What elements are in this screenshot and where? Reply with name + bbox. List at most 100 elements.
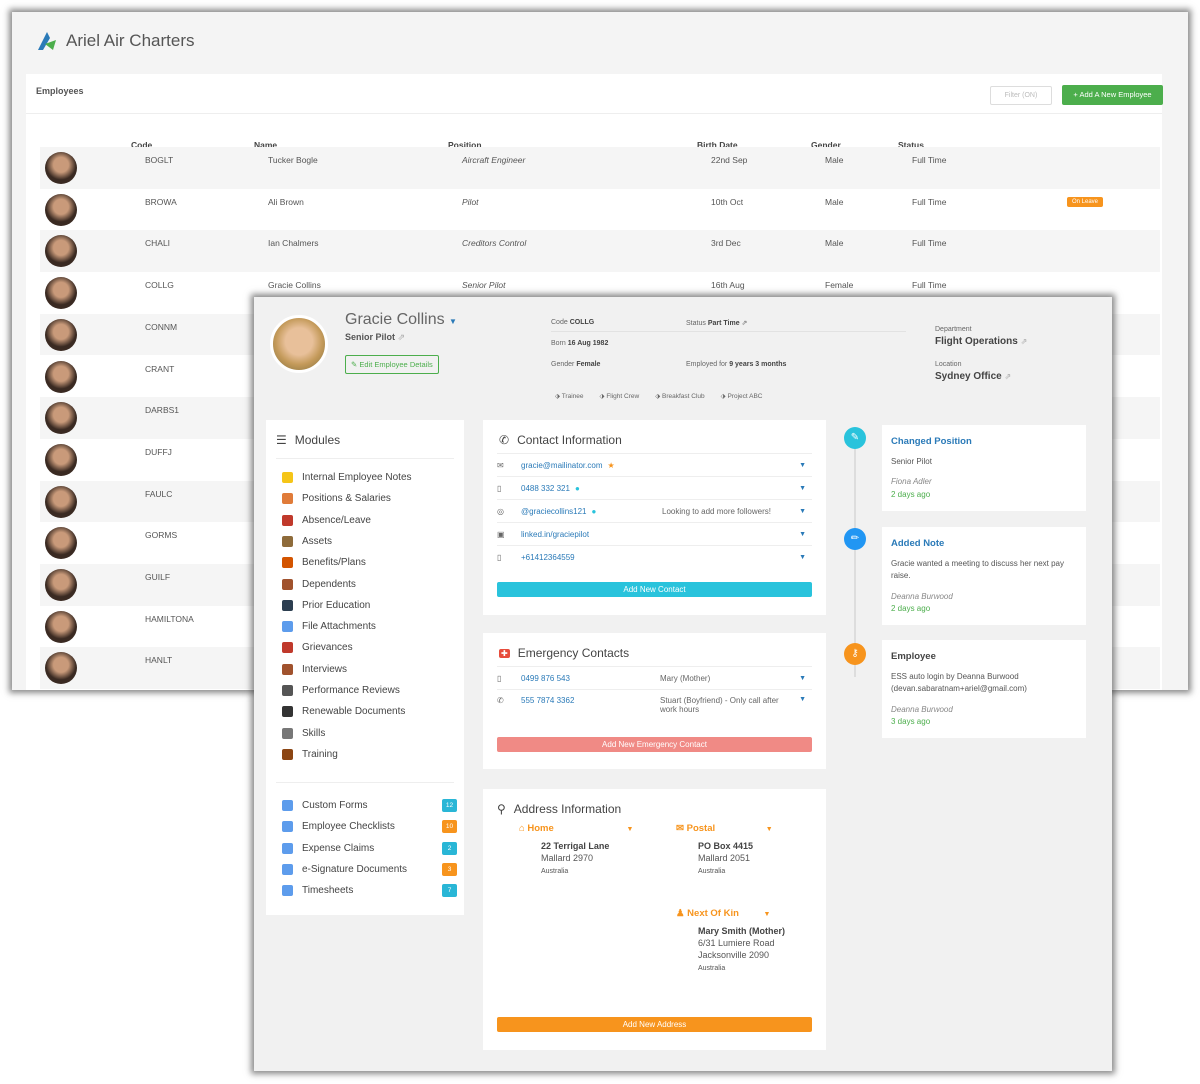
timeline-title[interactable]: Changed Position bbox=[891, 435, 1077, 450]
external-link-icon[interactable]: ⇗ bbox=[742, 320, 748, 327]
employee-code: HANLT bbox=[145, 655, 173, 666]
home-address: ⌂ Home ▼ 22 Terrigal Lane Mallard 2970 Aus… bbox=[519, 823, 634, 876]
globe-icon: ● bbox=[591, 506, 597, 516]
avatar bbox=[45, 402, 77, 435]
add-contact-button[interactable]: Add New Contact bbox=[497, 582, 812, 597]
module-item[interactable]: Benefits/Plans bbox=[282, 557, 366, 569]
module-icon bbox=[282, 885, 293, 897]
module-label: Benefits/Plans bbox=[302, 557, 366, 569]
module-item[interactable]: Assets bbox=[282, 535, 332, 547]
tag[interactable]: ⬗ Project ABC bbox=[721, 393, 763, 400]
module-item[interactable]: Skills bbox=[282, 727, 325, 739]
module-item[interactable]: Absence/Leave bbox=[282, 514, 371, 526]
chevron-down-icon[interactable]: ▼ bbox=[799, 508, 806, 515]
chevron-down-icon[interactable]: ▼ bbox=[766, 826, 773, 833]
module-icon bbox=[282, 842, 293, 854]
star-icon[interactable]: ★ bbox=[607, 461, 614, 470]
module-label: Grievances bbox=[302, 642, 353, 654]
emergency-value[interactable]: 555 7874 3362 bbox=[521, 696, 574, 705]
phone-icon: ✆ bbox=[499, 433, 510, 447]
tag[interactable]: ⬗ Trainee bbox=[555, 393, 584, 400]
module-item[interactable]: Training bbox=[282, 748, 338, 760]
add-employee-button[interactable]: + Add A New Employee bbox=[1062, 85, 1163, 105]
module-label: Custom Forms bbox=[302, 800, 368, 811]
tag[interactable]: ⬗ Flight Crew bbox=[600, 393, 640, 400]
avatar bbox=[45, 152, 77, 184]
module-item[interactable]: Grievances bbox=[282, 642, 353, 654]
module-icon bbox=[282, 748, 293, 760]
external-link-icon[interactable]: ⇗ bbox=[398, 332, 406, 342]
location-label: Location bbox=[935, 361, 962, 368]
module-extra-item[interactable]: Employee Checklists 10 bbox=[282, 820, 462, 834]
home-icon: ⌂ bbox=[519, 823, 525, 834]
table-row[interactable]: CHALI Ian Chalmers Creditors Control 3rd De… bbox=[40, 230, 1160, 273]
module-extra-item[interactable]: Expense Claims 2 bbox=[282, 841, 462, 855]
external-link-icon[interactable]: ⇗ bbox=[1004, 372, 1011, 381]
count-badge: 10 bbox=[442, 820, 457, 834]
timeline-title[interactable]: Added Note bbox=[891, 537, 1077, 552]
employee-code: GORMS bbox=[145, 530, 178, 541]
emergency-value[interactable]: 0499 876 543 bbox=[521, 674, 570, 683]
emergency-row[interactable]: ▯ 0499 876 543 Mary (Mother) ▼ bbox=[497, 666, 812, 689]
module-item[interactable]: Prior Education bbox=[282, 599, 370, 611]
table-row[interactable]: BROWA Ali Brown Pilot 10th Oct Male Full Time… bbox=[40, 189, 1160, 231]
module-item[interactable]: Positions & Salaries bbox=[282, 493, 391, 505]
location-value[interactable]: Sydney Office bbox=[935, 371, 1002, 382]
divider bbox=[551, 331, 906, 332]
module-label: Interviews bbox=[302, 663, 348, 675]
contact-value[interactable]: gracie@mailinator.com bbox=[521, 461, 602, 470]
profile-name[interactable]: Gracie Collins ▼ bbox=[345, 311, 457, 329]
module-extra-item[interactable]: Custom Forms 12 bbox=[282, 799, 462, 812]
chevron-down-icon[interactable]: ▼ bbox=[449, 317, 457, 326]
module-extra-item[interactable]: e-Signature Documents 3 bbox=[282, 862, 462, 876]
module-label: e-Signature Documents bbox=[302, 863, 408, 875]
module-item[interactable]: File Attachments bbox=[282, 621, 376, 633]
contact-value[interactable]: +61412364559 bbox=[521, 553, 575, 562]
module-extra-item[interactable]: Timesheets 7 bbox=[282, 884, 462, 898]
on-leave-badge: On Leave bbox=[1067, 196, 1104, 207]
module-item[interactable]: Performance Reviews bbox=[282, 685, 400, 696]
department-value[interactable]: Flight Operations bbox=[935, 336, 1018, 347]
chevron-down-icon[interactable]: ▼ bbox=[764, 911, 771, 918]
avatar bbox=[45, 443, 77, 476]
module-icon bbox=[282, 578, 293, 590]
timeline-title[interactable]: Employee bbox=[891, 650, 1077, 665]
chevron-down-icon[interactable]: ▼ bbox=[626, 826, 633, 833]
contact-value[interactable]: 0488 332 321 bbox=[521, 484, 570, 493]
module-item[interactable]: Internal Employee Notes bbox=[282, 472, 412, 483]
edit-label: Edit Employee Details bbox=[359, 360, 433, 369]
contact-row[interactable]: ▣ linked.in/graciepilot ▼ bbox=[497, 522, 812, 545]
emergency-row[interactable]: ✆ 555 7874 3362 Stuart (Boyfriend) - Only … bbox=[497, 689, 812, 719]
chevron-down-icon[interactable]: ▼ bbox=[799, 485, 806, 492]
address-title: Address Information bbox=[513, 802, 622, 816]
edit-employee-button[interactable]: ✎ Edit Employee Details bbox=[345, 355, 439, 374]
chevron-down-icon[interactable]: ▼ bbox=[799, 696, 806, 703]
external-link-icon[interactable]: ⇗ bbox=[1021, 337, 1028, 346]
contact-title: Contact Information bbox=[517, 433, 622, 447]
table-row[interactable]: BOGLT Tucker Bogle Aircraft Engineer 22nd S… bbox=[40, 147, 1160, 189]
chevron-down-icon[interactable]: ▼ bbox=[799, 554, 806, 561]
contact-row[interactable]: ▯ +61412364559 ▼ bbox=[497, 545, 812, 568]
chevron-down-icon[interactable]: ▼ bbox=[799, 675, 806, 682]
emergency-note: Mary (Mother) bbox=[660, 673, 711, 683]
module-item[interactable]: Interviews bbox=[282, 663, 348, 675]
contact-row[interactable]: ◎ @graciecollins121 ● Looking to add more f… bbox=[497, 499, 812, 522]
add-emergency-contact-button[interactable]: Add New Emergency Contact bbox=[497, 737, 812, 752]
contact-row[interactable]: ▯ 0488 332 321 ● ▼ bbox=[497, 476, 812, 499]
gender-label: Gender bbox=[551, 361, 575, 368]
chevron-down-icon[interactable]: ▼ bbox=[799, 531, 806, 538]
add-address-button[interactable]: Add New Address bbox=[497, 1017, 812, 1032]
tag[interactable]: ⬗ Breakfast Club bbox=[655, 393, 704, 400]
contact-row[interactable]: ✉ gracie@mailinator.com ★ ▼ bbox=[497, 453, 812, 476]
module-label: Positions & Salaries bbox=[302, 493, 391, 505]
module-icon bbox=[282, 727, 293, 739]
module-icon bbox=[282, 599, 293, 611]
chevron-down-icon[interactable]: ▼ bbox=[799, 462, 806, 469]
contact-value[interactable]: linked.in/graciepilot bbox=[521, 530, 589, 539]
filter-button[interactable]: Filter (ON) bbox=[990, 86, 1052, 105]
contact-value[interactable]: @graciecollins121 bbox=[521, 507, 587, 516]
module-item[interactable]: Renewable Documents bbox=[282, 706, 405, 718]
key-icon: ⚷ bbox=[844, 643, 866, 665]
module-item[interactable]: Dependents bbox=[282, 578, 356, 590]
employee-name: Gracie Collins bbox=[268, 280, 321, 291]
